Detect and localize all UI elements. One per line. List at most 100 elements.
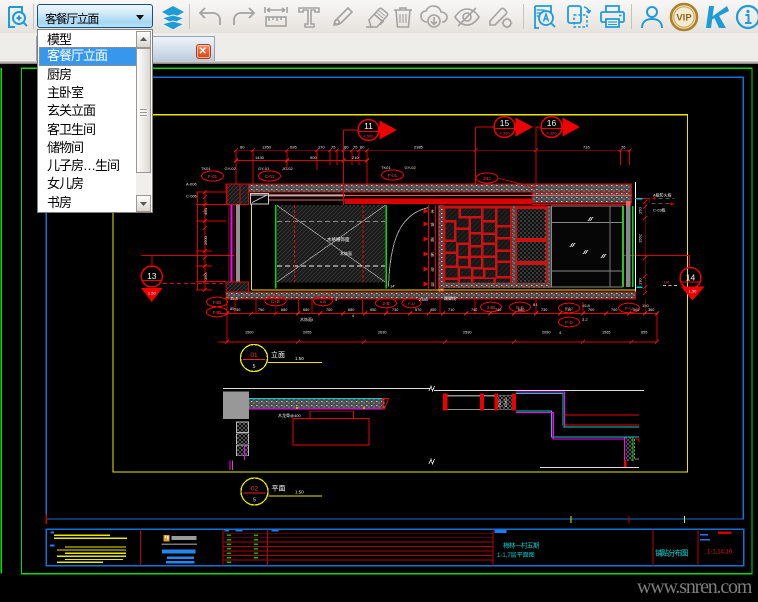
svg-text:TK01: TK01	[381, 165, 391, 170]
svg-text:680: 680	[303, 308, 309, 312]
svg-text:730: 730	[392, 308, 398, 312]
svg-text:2600: 2600	[203, 235, 208, 245]
svg-text:1500: 1500	[245, 331, 253, 335]
svg-text:11: 11	[364, 121, 373, 131]
svg-text:24B: 24B	[487, 305, 495, 310]
svg-text:6-B: 6-B	[320, 299, 327, 304]
svg-text:GY-01: GY-01	[258, 166, 270, 171]
svg-text:铺贴分布图: 铺贴分布图	[655, 548, 688, 558]
svg-text:F-D: F-D	[565, 320, 573, 325]
svg-text:700: 700	[611, 308, 617, 312]
svg-text:C-006: C-006	[186, 194, 198, 199]
svg-text:15: 15	[500, 118, 510, 128]
svg-text:500: 500	[633, 308, 639, 312]
svg-text:2385: 2385	[414, 145, 424, 150]
svg-text:680: 680	[348, 308, 354, 312]
svg-text:立面: 立面	[271, 350, 285, 359]
svg-text:02: 02	[251, 486, 259, 493]
svg-text:15.8: 15.8	[230, 296, 239, 301]
svg-text:吊: 吊	[431, 267, 435, 272]
svg-text:1350: 1350	[262, 145, 272, 150]
svg-text:01: 01	[250, 352, 258, 359]
svg-text:680: 680	[281, 308, 287, 312]
svg-text:150: 150	[638, 207, 643, 214]
svg-text:F4D: F4D	[213, 310, 222, 315]
svg-text:F-U: F-U	[625, 306, 633, 311]
svg-text:716: 716	[583, 145, 590, 150]
svg-text:750: 750	[258, 308, 264, 312]
svg-text:2090: 2090	[542, 331, 550, 335]
svg-text:5: 5	[253, 498, 256, 504]
svg-text:GY-02: GY-02	[225, 166, 237, 171]
svg-text:1562: 1562	[638, 233, 643, 243]
svg-text:130: 130	[638, 278, 643, 285]
svg-text:JC-02: JC-02	[282, 166, 293, 171]
svg-text:1-1,14,16: 1-1,14,16	[707, 550, 733, 556]
svg-text:730: 730	[541, 308, 547, 312]
svg-text:60: 60	[360, 145, 365, 150]
svg-text:655: 655	[641, 331, 647, 335]
svg-text:76: 76	[621, 145, 626, 150]
svg-text:900: 900	[310, 155, 317, 160]
svg-text:16: 16	[547, 118, 557, 128]
svg-text:TK01: TK01	[201, 166, 211, 171]
svg-text:2590: 2590	[463, 331, 471, 335]
svg-text:C-03板: C-03板	[653, 207, 666, 213]
svg-text:740: 740	[471, 308, 477, 312]
svg-text:板: 板	[431, 252, 435, 257]
svg-text:1-1,7层平面图: 1-1,7层平面图	[497, 552, 535, 559]
svg-text:面: 面	[431, 237, 435, 242]
svg-text:1:50: 1:50	[295, 490, 304, 495]
svg-text:4.320: 4.320	[546, 131, 557, 136]
svg-text:F4B: F4B	[213, 300, 221, 305]
svg-text:75: 75	[353, 145, 358, 150]
svg-text:60: 60	[344, 145, 349, 150]
svg-text:A-006: A-006	[186, 182, 197, 187]
svg-text:170: 170	[318, 145, 325, 150]
svg-text:U4: U4	[664, 280, 670, 285]
svg-text:1430: 1430	[255, 155, 265, 160]
svg-text:1.50: 1.50	[689, 289, 698, 294]
svg-text:饰: 饰	[431, 222, 435, 227]
svg-text:2-B: 2-B	[382, 301, 389, 306]
svg-text:5: 5	[253, 364, 256, 370]
svg-text:F-01: F-01	[388, 173, 398, 178]
svg-text:450: 450	[430, 308, 436, 312]
svg-text:680: 680	[518, 308, 524, 312]
svg-text:75: 75	[331, 145, 336, 150]
svg-text:F-01: F-01	[208, 174, 218, 179]
svg-text:14: 14	[686, 273, 696, 283]
svg-text:4: 4	[559, 330, 562, 335]
svg-text:GY-02: GY-02	[405, 165, 417, 170]
svg-text:平面: 平面	[272, 485, 286, 493]
svg-text:4.320: 4.320	[499, 131, 510, 136]
svg-text:570: 570	[415, 308, 421, 312]
svg-text:150: 150	[203, 273, 208, 280]
svg-text:3.2: 3.2	[582, 317, 588, 322]
svg-text:80: 80	[240, 145, 245, 150]
svg-text:踢脚线: 踢脚线	[444, 295, 456, 301]
svg-text:750: 750	[234, 308, 240, 312]
svg-text:695: 695	[290, 145, 297, 150]
svg-text:C5S3: C5S3	[504, 398, 508, 407]
svg-text:木: 木	[431, 209, 435, 214]
svg-text:木饰面: 木饰面	[340, 250, 352, 256]
svg-text:450: 450	[203, 208, 208, 215]
svg-text:木龙骨@400: 木龙骨@400	[278, 412, 302, 418]
svg-text:700: 700	[588, 308, 594, 312]
svg-text:710: 710	[448, 308, 454, 312]
svg-text:F5J7: F5J7	[498, 399, 502, 407]
svg-text:650: 650	[370, 308, 376, 312]
svg-text:210: 210	[352, 155, 359, 160]
svg-text:710: 710	[565, 308, 571, 312]
svg-text:360: 360	[648, 308, 654, 312]
svg-text:木格栅饰面: 木格栅饰面	[327, 236, 350, 243]
svg-text:木饰面t: 木饰面t	[300, 316, 314, 322]
svg-text:1565: 1565	[602, 331, 610, 335]
svg-text:14': 14'	[390, 284, 395, 289]
svg-text:740: 740	[495, 308, 501, 312]
svg-text:2385: 2385	[419, 297, 429, 302]
svg-text:2055: 2055	[303, 331, 311, 335]
svg-text:13: 13	[147, 271, 157, 281]
svg-text:A级防火板: A级防火板	[653, 192, 672, 198]
